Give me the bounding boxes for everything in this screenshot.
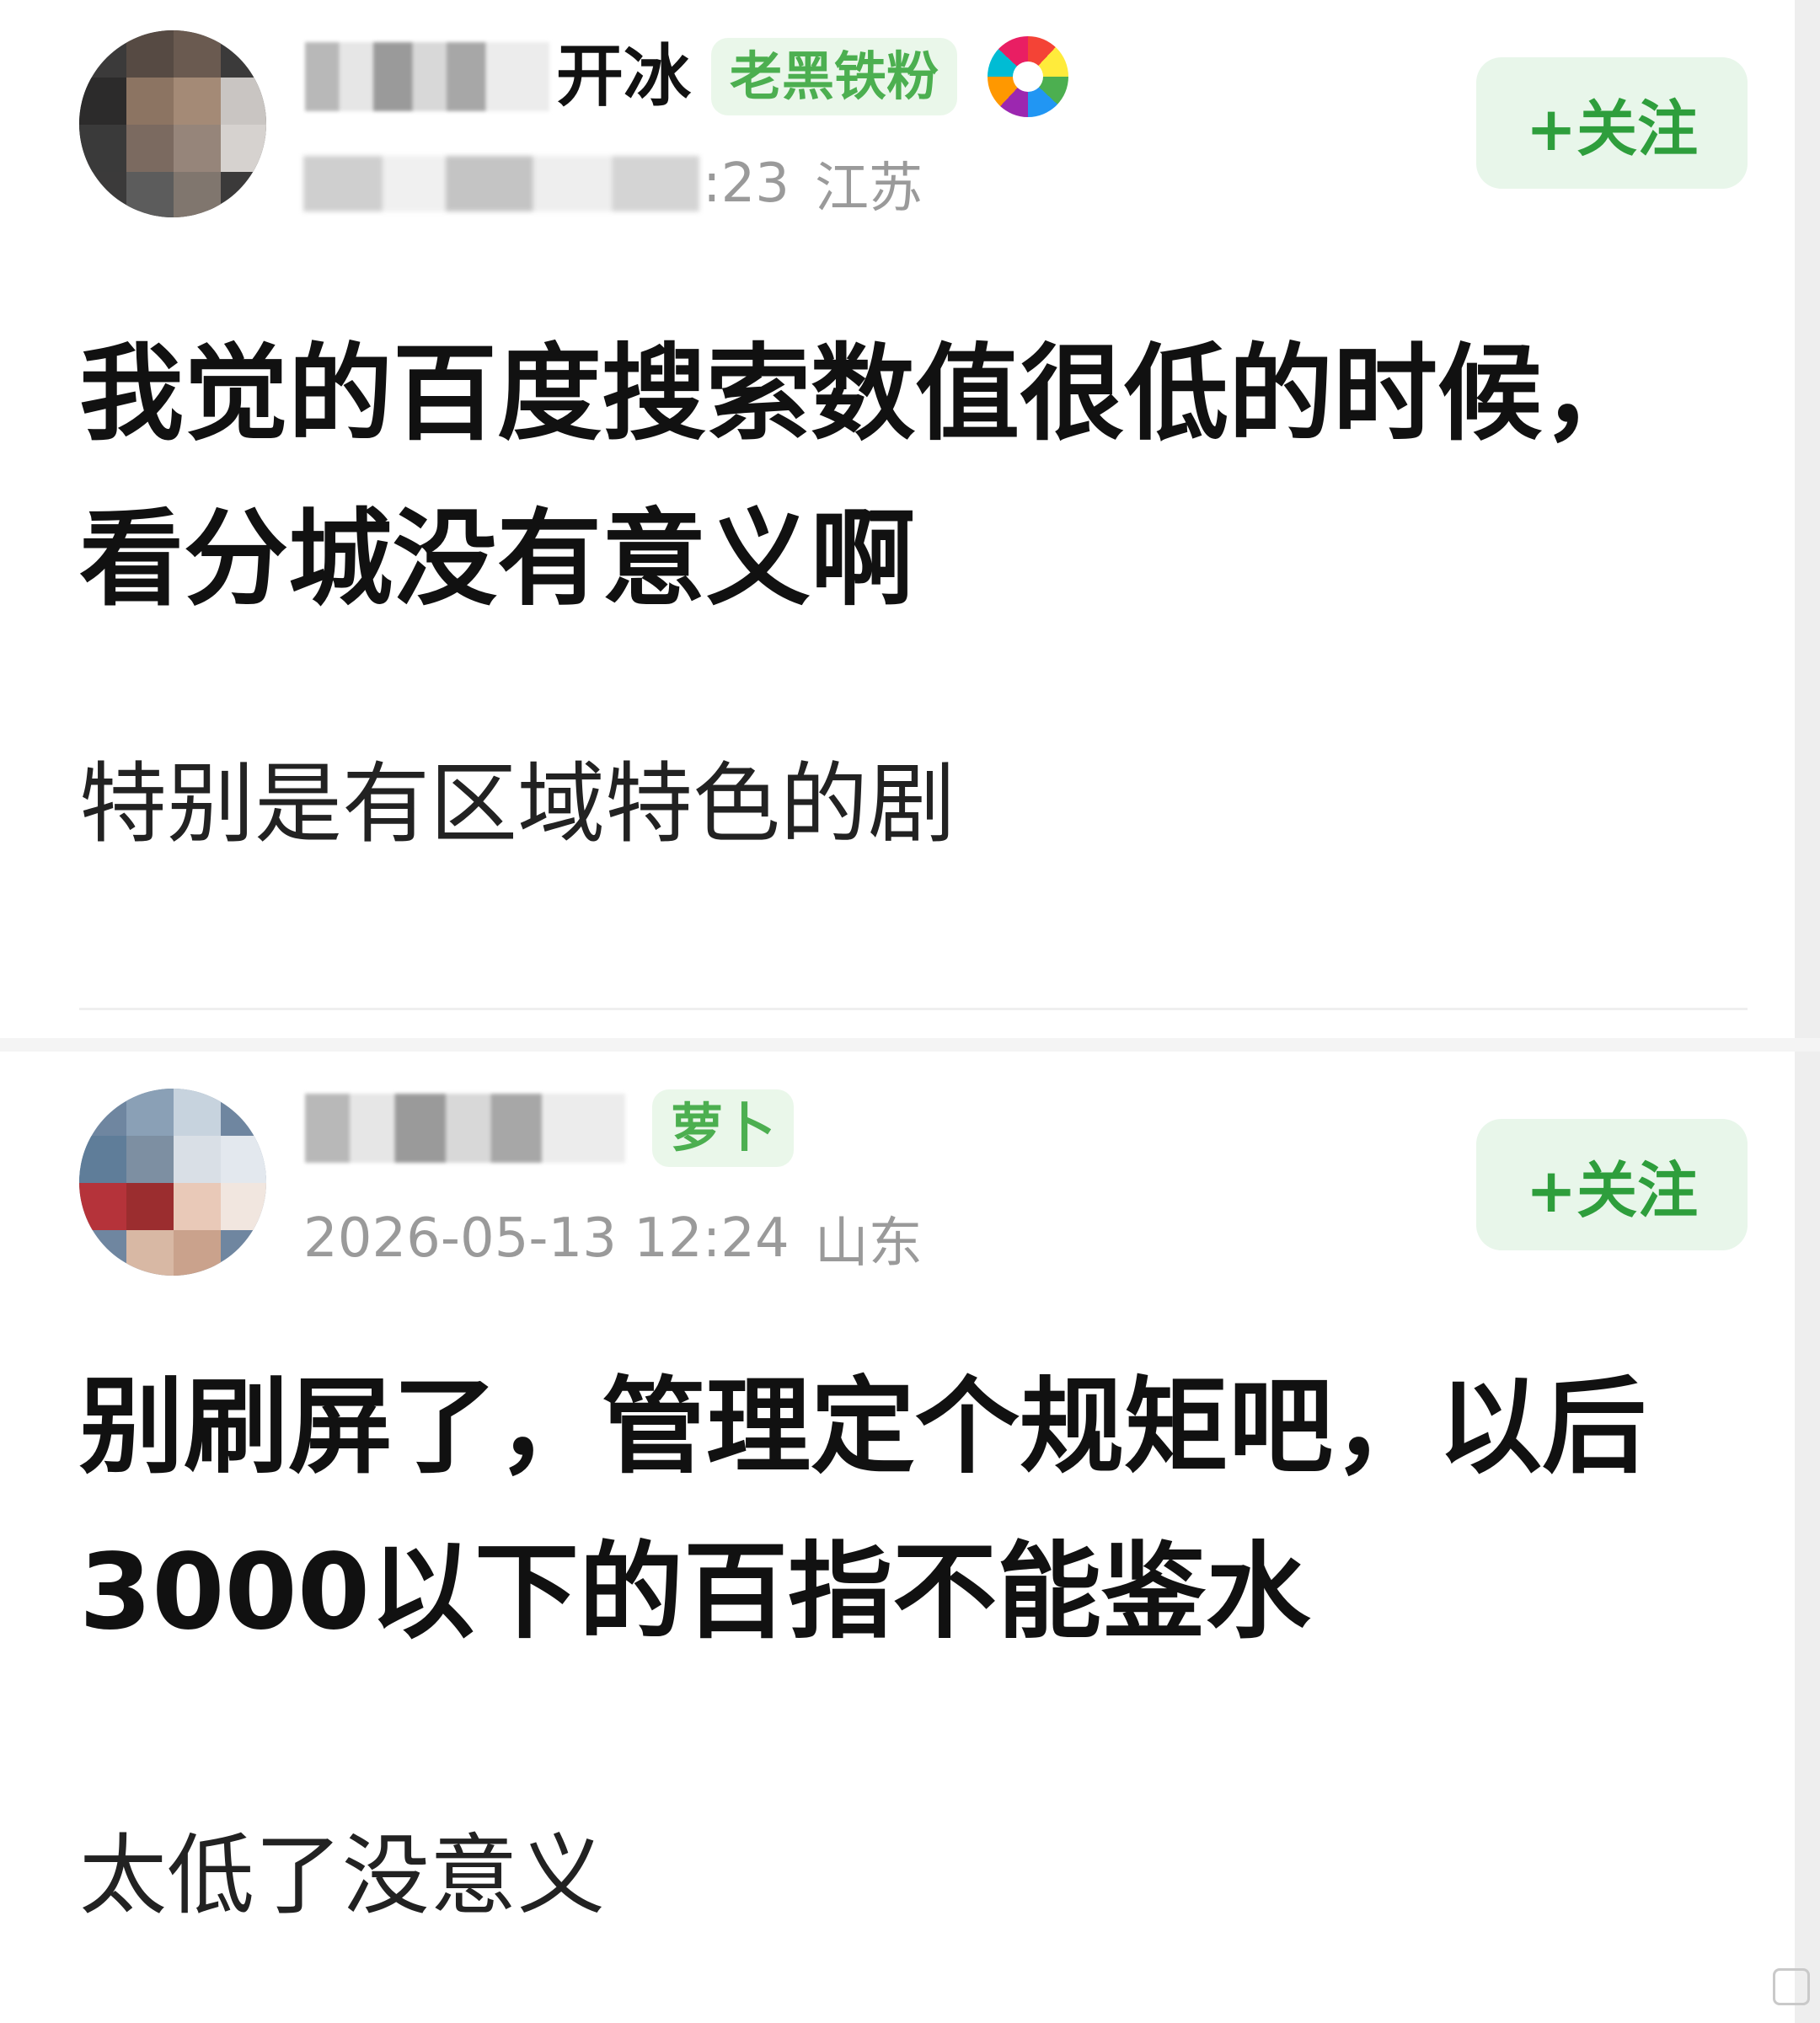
post-meta: 2026-05-13 12:24 山东: [303, 1200, 923, 1277]
post-meta: :23 江苏: [303, 145, 923, 222]
post-body: 太低了没意义: [79, 1824, 606, 1927]
post-title: 我觉的百度搜索数值很低的时候，看分城没有意义啊: [79, 334, 1647, 620]
timestamp-redacted: [303, 156, 699, 211]
section-separator: [0, 1038, 1820, 1052]
divider: [79, 1008, 1748, 1010]
rainbow-medal-icon: [988, 36, 1069, 117]
timestamp: :23: [703, 153, 790, 215]
location: 山东: [814, 1212, 923, 1275]
checkbox-corner-icon: [1773, 1968, 1810, 2005]
post-body: 特别是有区域特色的剧: [79, 752, 956, 855]
avatar[interactable]: [79, 1089, 266, 1276]
scroll-edge: [1795, 0, 1820, 2023]
avatar[interactable]: [79, 30, 266, 217]
username[interactable]: 开冰 老黑铁粉: [305, 30, 1069, 123]
username-redacted: [305, 1094, 625, 1163]
username-text: 开冰: [556, 37, 691, 115]
post-title: 别刷屏了，管理定个规矩吧，以后3000以下的百指不能鉴水: [79, 1367, 1647, 1653]
username-redacted: [305, 42, 549, 111]
follow-button[interactable]: +关注: [1476, 57, 1748, 189]
username[interactable]: 萝卜: [305, 1082, 795, 1175]
comment-card: 萝卜 2026-05-13 12:24 山东 +关注 别刷屏了，管理定个规矩吧，…: [0, 1052, 1795, 2023]
timestamp: 2026-05-13 12:24: [303, 1207, 790, 1270]
comment-card: 开冰 老黑铁粉 :23 江苏 +关注 我觉的百度搜索数值很低的时候，看分城没有意…: [0, 0, 1795, 1038]
follow-button[interactable]: +关注: [1476, 1119, 1748, 1250]
fan-badge: 萝卜: [652, 1089, 795, 1167]
fan-badge: 老黑铁粉: [711, 38, 958, 115]
location: 江苏: [815, 158, 923, 220]
